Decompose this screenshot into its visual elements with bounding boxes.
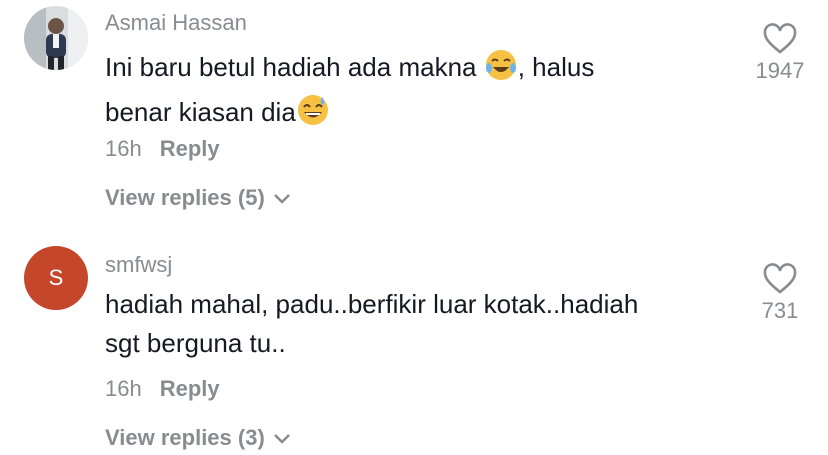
like-count: 1947 <box>755 58 805 83</box>
user-photo-icon <box>24 6 88 70</box>
comment-text-line1-after: , halus <box>517 52 595 82</box>
comment-text-line2: benar kiasan dia <box>105 97 296 127</box>
heart-icon <box>763 263 797 294</box>
timestamp: 16h <box>105 376 142 401</box>
heart-icon <box>763 23 797 54</box>
username[interactable]: Asmai Hassan <box>105 10 247 36</box>
avatar[interactable] <box>24 6 88 70</box>
comment-text: Ini baru betul hadiah ada makna , halus … <box>105 48 725 138</box>
grinning-sweat-face-icon <box>296 93 330 138</box>
view-replies-label: View replies (3) <box>105 425 265 450</box>
view-replies-button[interactable]: View replies (5) <box>105 185 293 211</box>
like-count: 731 <box>761 298 799 323</box>
view-replies-label: View replies (5) <box>105 185 265 210</box>
comment-text-line2: sgt berguna tu.. <box>105 328 286 358</box>
comment-meta: 16h Reply <box>105 376 220 402</box>
avatar[interactable]: S <box>24 246 88 310</box>
comment-item: Asmai Hassan Ini baru betul hadiah ada m… <box>0 0 828 230</box>
reply-button[interactable]: Reply <box>160 376 220 402</box>
avatar-letter: S <box>48 265 64 290</box>
username[interactable]: smfwsj <box>105 252 172 278</box>
comment-meta: 16h Reply <box>105 136 220 162</box>
chevron-down-icon <box>273 434 290 444</box>
comment-item: S smfwsj hadiah mahal, padu..berfikir lu… <box>0 240 828 455</box>
chevron-down-icon <box>273 194 290 204</box>
comment-text-line1: hadiah mahal, padu..berfikir luar kotak.… <box>105 289 639 319</box>
like-button[interactable]: 731 <box>740 262 820 324</box>
like-button[interactable]: 1947 <box>740 22 820 84</box>
view-replies-button[interactable]: View replies (3) <box>105 425 293 451</box>
timestamp: 16h <box>105 136 142 161</box>
face-with-tears-of-joy-icon <box>484 48 518 93</box>
comment-text: hadiah mahal, padu..berfikir luar kotak.… <box>105 285 725 363</box>
comment-text-line1: Ini baru betul hadiah ada makna <box>105 52 484 82</box>
reply-button[interactable]: Reply <box>160 136 220 162</box>
